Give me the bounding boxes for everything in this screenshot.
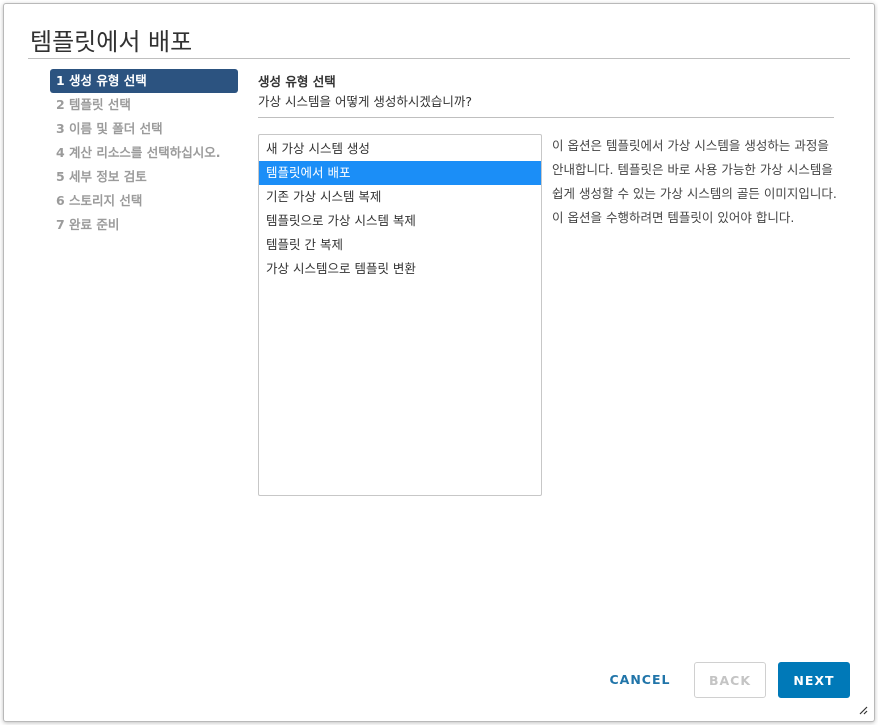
step-select-compute-resource[interactable]: 4 계산 리소스를 선택하십시오. [50, 141, 238, 165]
resize-handle-icon[interactable] [858, 705, 868, 715]
content-divider [258, 117, 834, 118]
title-divider [28, 58, 850, 59]
step-review-details[interactable]: 5 세부 정보 검토 [50, 165, 238, 189]
option-convert-template-to-vm[interactable]: 가상 시스템으로 템플릿 변환 [259, 257, 541, 281]
step-select-template[interactable]: 2 템플릿 선택 [50, 93, 238, 117]
step-select-storage[interactable]: 6 스토리지 선택 [50, 189, 238, 213]
step-content-header: 생성 유형 선택 가상 시스템을 어떻게 생성하시겠습니까? [258, 69, 850, 118]
section-subtitle: 가상 시스템을 어떻게 생성하시겠습니까? [258, 94, 473, 109]
option-clone-template-to-template[interactable]: 템플릿 간 복제 [259, 233, 541, 257]
back-button[interactable]: BACK [694, 662, 766, 698]
deploy-from-template-dialog: 템플릿에서 배포 1 생성 유형 선택 2 템플릿 선택 3 이름 및 폴더 선… [3, 3, 875, 722]
section-title: 생성 유형 선택 [258, 74, 336, 89]
option-clone-vm-to-template[interactable]: 템플릿으로 가상 시스템 복제 [259, 209, 541, 233]
cancel-button[interactable]: CANCEL [604, 662, 676, 698]
dialog-title: 템플릿에서 배포 [30, 28, 193, 56]
step-select-name-folder[interactable]: 3 이름 및 폴더 선택 [50, 117, 238, 141]
creation-type-list[interactable]: 새 가상 시스템 생성 템플릿에서 배포 기존 가상 시스템 복제 템플릿으로 … [258, 134, 542, 496]
step-ready-to-complete[interactable]: 7 완료 준비 [50, 213, 238, 237]
option-create-new-vm[interactable]: 새 가상 시스템 생성 [259, 137, 541, 161]
option-description: 이 옵션은 템플릿에서 가상 시스템을 생성하는 과정을 안내합니다. 템플릿은… [552, 138, 837, 225]
option-clone-existing-vm[interactable]: 기존 가상 시스템 복제 [259, 185, 541, 209]
step-select-creation-type[interactable]: 1 생성 유형 선택 [50, 69, 238, 93]
next-button[interactable]: NEXT [778, 662, 850, 698]
option-deploy-from-template[interactable]: 템플릿에서 배포 [259, 161, 541, 185]
wizard-steps: 1 생성 유형 선택 2 템플릿 선택 3 이름 및 폴더 선택 4 계산 리소… [50, 69, 238, 237]
